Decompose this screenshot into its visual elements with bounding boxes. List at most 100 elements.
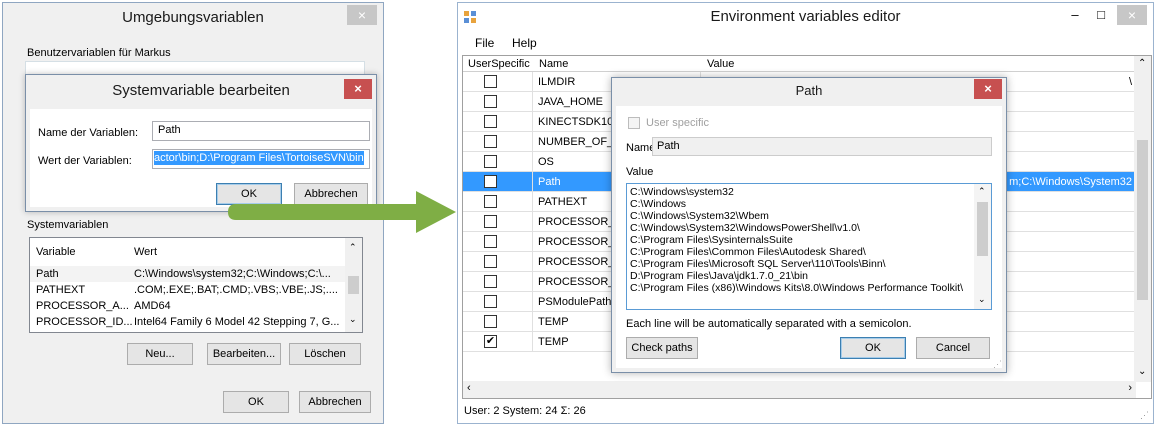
scroll-up-icon[interactable]: ⌃: [978, 186, 986, 197]
name-field[interactable]: Path: [652, 137, 992, 156]
delete-button[interactable]: Löschen: [289, 343, 361, 365]
column-header-variable[interactable]: Variable: [36, 244, 76, 260]
cell-userspecific: [463, 292, 533, 312]
cell-userspecific: [463, 152, 533, 172]
cell-userspecific: [463, 112, 533, 132]
column-header-name[interactable]: Name: [539, 58, 568, 70]
minimize-button[interactable]: –: [1063, 7, 1087, 25]
maximize-icon: □: [1097, 7, 1105, 22]
window-title: Umgebungsvariablen: [122, 9, 264, 26]
minimize-icon: –: [1071, 7, 1079, 22]
system-vars-list[interactable]: Variable Wert Path C:\Windows\system32;C…: [29, 237, 363, 333]
value-textarea[interactable]: C:\Windows\system32 C:\Windows C:\Windows\…: [626, 183, 992, 310]
user-specific-checkbox[interactable]: [484, 175, 497, 188]
scroll-down-icon[interactable]: ⌄: [978, 294, 986, 305]
cell-userspecific: [463, 132, 533, 152]
textarea-scrollbar[interactable]: ⌃ ⌄: [974, 184, 991, 309]
scroll-thumb[interactable]: [977, 202, 988, 256]
path-line: C:\Windows\system32: [630, 186, 734, 198]
cell-userspecific: [463, 232, 533, 252]
edit-button[interactable]: Bearbeiten...: [207, 343, 281, 365]
cancel-button[interactable]: Abbrechen: [299, 391, 371, 413]
menu-help[interactable]: Help: [512, 36, 537, 50]
close-button[interactable]: ×: [974, 79, 1002, 99]
vertical-scrollbar[interactable]: ⌃ ⌄: [1134, 56, 1151, 382]
user-specific-checkbox[interactable]: [484, 75, 497, 88]
cell-userspecific: ✔: [463, 332, 533, 352]
list-item[interactable]: Path C:\Windows\system32;C:\Windows;C:\.…: [30, 266, 362, 282]
cell-userspecific: [463, 312, 533, 332]
system-vars-label: Systemvariablen: [27, 219, 109, 231]
list-item-value: .COM;.EXE;.BAT;.CMD;.VBS;.VBE;.JS;....: [134, 284, 338, 296]
cell-userspecific: [463, 192, 533, 212]
status-bar-text: User: 2 System: 24 Σ: 26: [464, 405, 586, 417]
maximize-button[interactable]: □: [1089, 7, 1113, 25]
list-item-name: PATHEXT: [36, 284, 86, 296]
user-vars-label: Benutzervariablen für Markus: [27, 47, 171, 59]
user-specific-checkbox[interactable]: [484, 215, 497, 228]
close-button[interactable]: ×: [1117, 5, 1147, 25]
close-button[interactable]: ×: [347, 5, 377, 25]
user-specific-checkbox[interactable]: [628, 117, 640, 129]
column-header-value[interactable]: Value: [707, 58, 734, 70]
user-specific-checkbox[interactable]: [484, 315, 497, 328]
close-icon: ×: [1127, 7, 1137, 23]
scroll-up-icon[interactable]: ⌃: [349, 242, 357, 253]
ok-button[interactable]: OK: [840, 337, 906, 359]
resize-grip-icon[interactable]: ⋰: [993, 359, 1002, 370]
path-line: C:\Program Files\Common Files\Autodesk S…: [630, 246, 866, 258]
semicolon-hint: Each line will be automatically separate…: [626, 318, 912, 330]
grid-header: UserSpecific Name Value: [463, 56, 1151, 72]
path-line: C:\Program Files (x86)\Windows Kits\8.0\…: [630, 282, 963, 294]
check-paths-button[interactable]: Check paths: [626, 337, 698, 359]
scroll-down-icon[interactable]: ⌄: [1138, 366, 1146, 377]
variable-name-field[interactable]: Path: [152, 121, 370, 141]
menu-file[interactable]: File: [475, 36, 494, 50]
user-specific-checkbox[interactable]: [484, 155, 497, 168]
new-button[interactable]: Neu...: [127, 343, 193, 365]
list-item[interactable]: PATHEXT .COM;.EXE;.BAT;.CMD;.VBS;.VBE;.J…: [30, 282, 362, 298]
scroll-down-icon[interactable]: ⌄: [349, 314, 357, 325]
user-specific-checkbox[interactable]: [484, 275, 497, 288]
transition-arrow: [228, 191, 456, 233]
scroll-left-icon[interactable]: ‹: [467, 382, 471, 394]
path-dialog: Path × User specific Name: Path Value C:…: [611, 77, 1007, 373]
column-header-userspecific[interactable]: UserSpecific: [468, 58, 530, 70]
scroll-thumb[interactable]: [1137, 140, 1148, 300]
column-header-value[interactable]: Wert: [134, 244, 157, 260]
user-specific-checkbox[interactable]: [484, 115, 497, 128]
path-line: C:\Windows\System32\WindowsPowerShell\v1…: [630, 222, 860, 234]
close-button[interactable]: ×: [344, 79, 372, 99]
list-item-name: PROCESSOR_A...: [36, 300, 129, 312]
scroll-right-icon[interactable]: ›: [1128, 382, 1132, 394]
resize-grip-icon[interactable]: ⋰: [1140, 410, 1149, 421]
list-item[interactable]: PROCESSOR_A... AMD64: [30, 298, 362, 314]
list-item[interactable]: PROCESSOR_ID... Intel64 Family 6 Model 4…: [30, 314, 362, 330]
user-specific-label: User specific: [646, 117, 709, 129]
variable-value-field[interactable]: actor\bin;D:\Program Files\TortoiseSVN\b…: [152, 149, 370, 169]
name-label: Name der Variablen:: [38, 127, 139, 139]
list-scrollbar[interactable]: ⌃ ⌄: [345, 238, 362, 332]
cell-userspecific: [463, 72, 533, 92]
user-specific-checkbox[interactable]: [484, 135, 497, 148]
cell-userspecific: [463, 252, 533, 272]
user-specific-checkbox[interactable]: [484, 195, 497, 208]
user-specific-checkbox[interactable]: [484, 235, 497, 248]
ok-button[interactable]: OK: [223, 391, 289, 413]
scroll-up-icon[interactable]: ⌃: [1138, 58, 1146, 69]
list-item-value: C:\Windows\system32;C:\Windows;C:\...: [134, 268, 331, 280]
user-specific-checkbox[interactable]: [484, 95, 497, 108]
user-specific-checkbox[interactable]: [484, 295, 497, 308]
path-line: C:\Program Files\SysinternalsSuite: [630, 234, 793, 246]
close-icon: ×: [354, 81, 362, 96]
user-specific-checkbox[interactable]: [484, 255, 497, 268]
user-specific-checkbox[interactable]: ✔: [484, 335, 497, 348]
path-line: C:\Windows\System32\Wbem: [630, 210, 769, 222]
horizontal-scrollbar[interactable]: ‹ ›: [463, 381, 1136, 398]
dialog-title: Systemvariable bearbeiten: [112, 82, 290, 99]
selected-value-text: actor\bin;D:\Program Files\TortoiseSVN\b…: [154, 151, 364, 165]
cancel-button[interactable]: Cancel: [916, 337, 990, 359]
scroll-thumb[interactable]: [348, 276, 359, 294]
list-item-name: Path: [36, 268, 59, 280]
value-label: Value: [626, 166, 654, 178]
